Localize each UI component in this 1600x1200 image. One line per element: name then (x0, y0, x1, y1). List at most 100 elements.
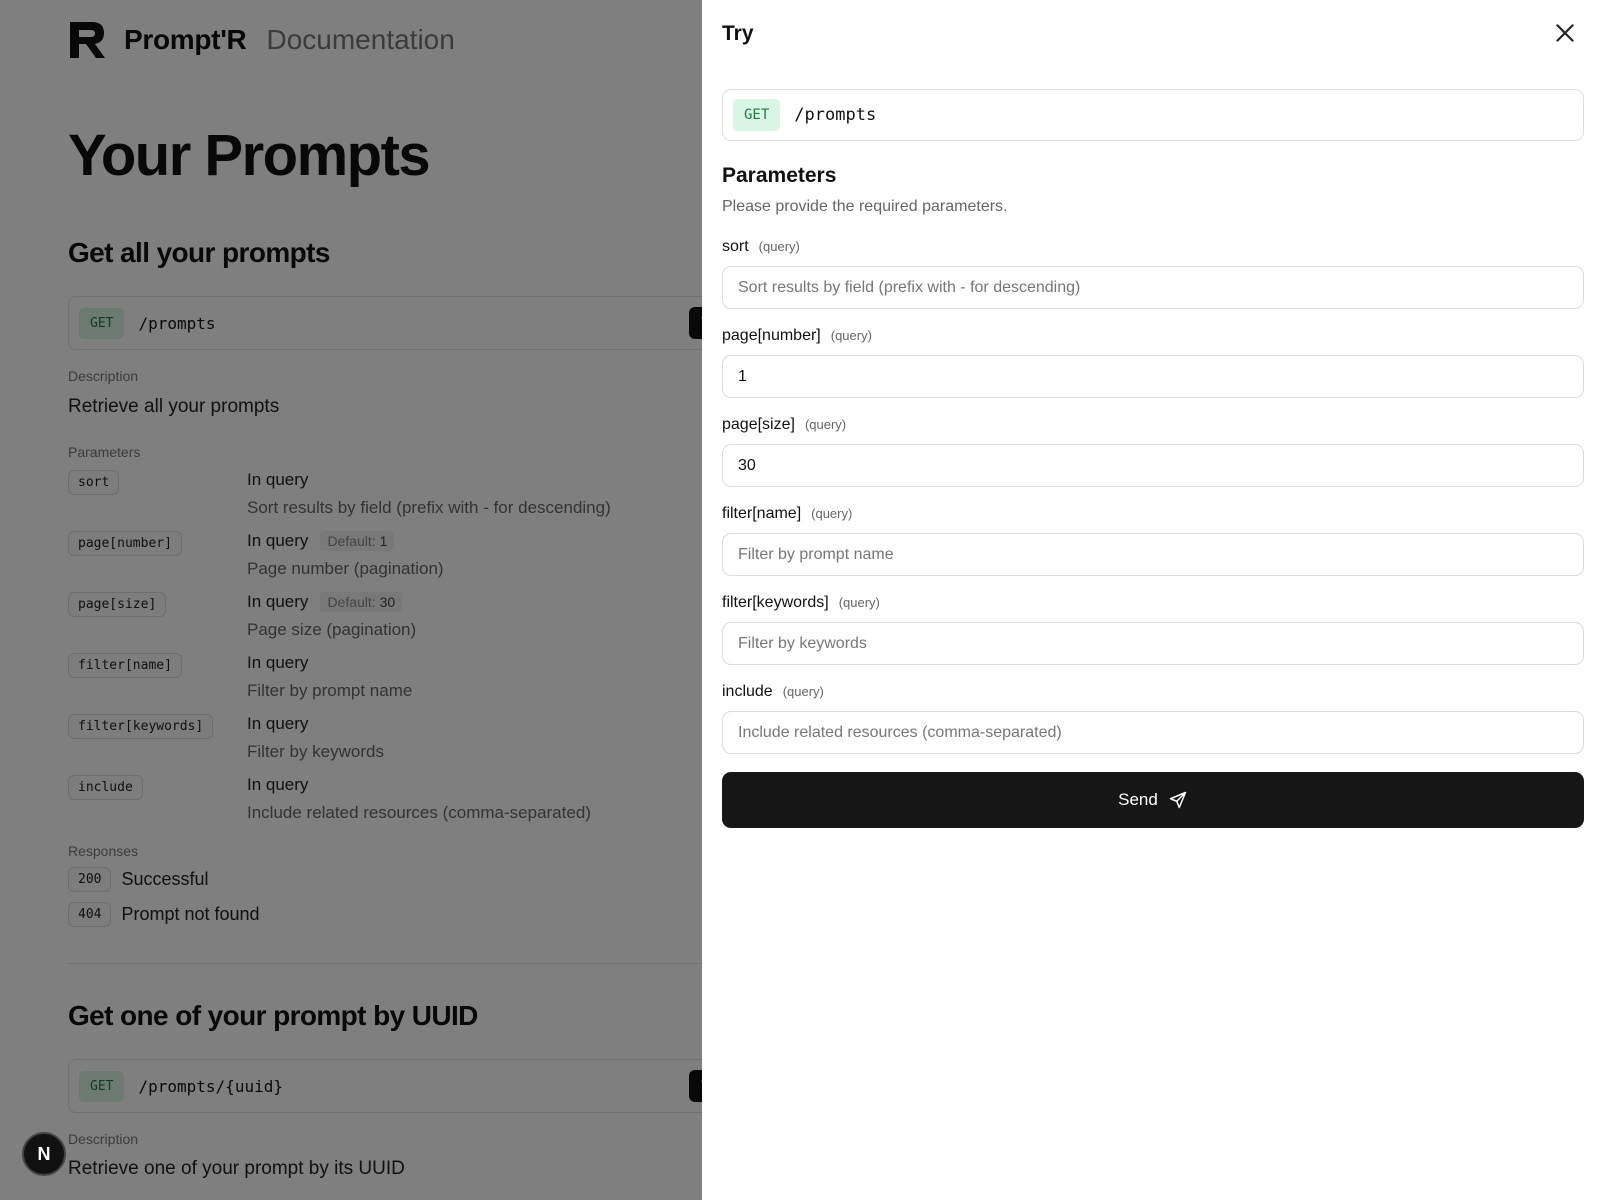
parameter-in-text: In query (247, 592, 309, 611)
description-label: Description (68, 1131, 139, 1147)
default-label: Default: (327, 594, 376, 610)
try-button[interactable]: T (689, 1070, 702, 1102)
filter-keywords-input[interactable] (722, 622, 1584, 665)
parameters-subtitle: Please provide the required parameters. (722, 198, 1008, 215)
dev-tools-button[interactable]: N (22, 1132, 66, 1176)
field-label-sort: sort (query) (722, 238, 800, 256)
default-badge: Default: 30 (320, 592, 403, 612)
description-label: Description (68, 368, 139, 384)
parameter-location: In query Default: 1 (247, 531, 395, 551)
filter-name-input[interactable] (722, 533, 1584, 576)
method-badge: GET (79, 307, 125, 339)
documentation-page: Prompt'R Documentation Your Prompts Get … (0, 0, 702, 1200)
parameter-row: page[number] In query Default: 1 Page num… (68, 531, 688, 591)
field-tag: (query) (830, 328, 872, 343)
field-tag: (query) (758, 239, 800, 254)
field-label-text: filter[name] (722, 505, 802, 522)
parameters-label: Parameters (68, 444, 141, 460)
endpoint-box: GET /prompts/{uuid} T (68, 1059, 702, 1113)
page-number-input[interactable] (722, 355, 1584, 398)
field-label-text: filter[keywords] (722, 594, 829, 611)
parameter-row: include In query Include related resourc… (68, 775, 688, 835)
prompt-r-logo[interactable] (68, 20, 108, 60)
field-label-text: sort (722, 238, 749, 255)
response-row: 200 Successful (68, 867, 209, 892)
parameter-location: In query (247, 775, 308, 795)
response-text: Prompt not found (121, 904, 260, 924)
field-label-text: page[number] (722, 327, 821, 344)
description-text: Retrieve one of your prompt by its UUID (68, 1158, 405, 1179)
parameter-name-chip: page[size] (68, 592, 167, 617)
parameter-location: In query (247, 653, 308, 673)
field-label-text: include (722, 683, 773, 700)
endpoint-path: /prompts (794, 105, 877, 125)
method-badge: GET (79, 1070, 125, 1102)
parameter-description: Filter by prompt name (247, 681, 413, 700)
send-icon (1169, 791, 1187, 809)
parameter-row: filter[name] In query Filter by prompt n… (68, 653, 688, 713)
parameter-description: Page number (pagination) (247, 559, 444, 578)
method-badge: GET (733, 99, 781, 131)
parameter-location: In query (247, 714, 308, 734)
field-label-filter-keywords: filter[keywords] (query) (722, 594, 880, 612)
parameter-location: In query (247, 470, 308, 490)
default-label: Default: (327, 533, 376, 549)
section-divider (68, 963, 702, 964)
default-value: 30 (379, 594, 396, 610)
response-text: Successful (121, 869, 209, 889)
field-tag: (query) (804, 417, 847, 432)
doc-header: Prompt'R Documentation (68, 20, 455, 60)
field-tag: (query) (811, 506, 853, 521)
field-label-filter-name: filter[name] (query) (722, 505, 852, 523)
response-code-chip: 404 (68, 902, 112, 927)
brand-name[interactable]: Prompt'R (124, 24, 247, 56)
parameter-name-chip: sort (68, 470, 120, 495)
parameter-in-text: In query (247, 714, 309, 733)
field-label-page-number: page[number] (query) (722, 327, 872, 345)
page-size-input[interactable] (722, 444, 1584, 487)
parameter-row: filter[keywords] In query Filter by keyw… (68, 714, 688, 774)
response-row: 404 Prompt not found (68, 902, 260, 927)
close-icon[interactable] (1552, 20, 1578, 46)
sort-input[interactable] (722, 266, 1584, 309)
default-value: 1 (379, 533, 388, 549)
section-title: Get one of your prompt by UUID (68, 1000, 478, 1031)
include-input[interactable] (722, 711, 1584, 754)
parameter-description: Page size (pagination) (247, 620, 417, 639)
default-badge: Default: 1 (320, 531, 395, 551)
parameter-in-text: In query (247, 531, 309, 550)
field-tag: (query) (838, 595, 880, 610)
page-title: Your Prompts (68, 123, 431, 188)
parameter-name-chip: page[number] (68, 531, 182, 556)
parameter-description: Sort results by field (prefix with - for… (247, 498, 611, 517)
parameters-heading: Parameters (722, 164, 837, 187)
description-text: Retrieve all your prompts (68, 396, 280, 417)
parameter-row: sort In query Sort results by field (pre… (68, 470, 688, 530)
parameter-row: page[size] In query Default: 30 Page size… (68, 592, 688, 652)
parameter-location: In query Default: 30 (247, 592, 403, 612)
field-tag: (query) (782, 684, 824, 699)
responses-label: Responses (68, 843, 139, 859)
try-button[interactable]: T (689, 307, 702, 339)
endpoint-path: /prompts/{uuid} (138, 1076, 283, 1096)
parameter-name-chip: filter[keywords] (68, 714, 214, 739)
field-label-include: include (query) (722, 683, 824, 701)
panel-endpoint-box: GET /prompts (722, 89, 1584, 141)
field-label-text: page[size] (722, 416, 795, 433)
endpoint-path: /prompts (138, 313, 216, 333)
response-code-chip: 200 (68, 867, 112, 892)
parameter-description: Filter by keywords (247, 742, 384, 761)
parameter-name-chip: filter[name] (68, 653, 182, 678)
endpoint-box: GET /prompts T (68, 296, 702, 350)
documentation-link[interactable]: Documentation (266, 24, 454, 56)
parameter-in-text: In query (247, 653, 309, 672)
send-button-label: Send (1118, 790, 1158, 809)
section-title: Get all your prompts (68, 237, 330, 268)
parameter-in-text: In query (247, 470, 309, 489)
send-button[interactable]: Send (722, 772, 1584, 828)
parameter-description: Include related resources (comma-separat… (247, 803, 591, 822)
parameter-name-chip: include (68, 775, 143, 800)
try-panel: Try GET /prompts Parameters Please provi… (702, 0, 1600, 1200)
parameter-in-text: In query (247, 775, 309, 794)
field-label-page-size: page[size] (query) (722, 416, 846, 434)
